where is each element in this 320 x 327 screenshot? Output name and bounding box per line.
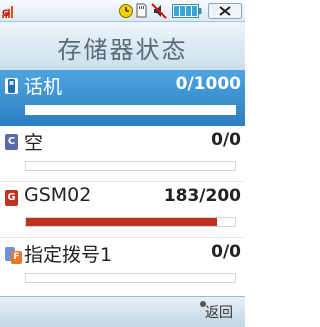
memory-row-fixed-dial[interactable]: F 指定拨号1 0/0 xyxy=(0,238,245,294)
memory-count: 0/0 xyxy=(211,130,241,150)
memory-count: 183/200 xyxy=(163,186,241,206)
back-button[interactable]: 返回 xyxy=(205,302,233,322)
memory-count: 0/1000 xyxy=(175,74,241,94)
memory-list: 话机 0/1000 C 空 0/0 G GSM02 183/200 F 指定拨号… xyxy=(0,70,245,296)
battery-icon xyxy=(172,4,202,18)
memory-name: 话机 xyxy=(24,76,63,98)
memory-card-icon xyxy=(136,3,147,18)
usage-bar xyxy=(25,105,236,115)
status-bar: G xyxy=(0,0,245,22)
usage-bar xyxy=(25,217,236,227)
network-letter: G xyxy=(2,9,10,19)
memory-row-phone[interactable]: 话机 0/1000 xyxy=(0,70,245,126)
sim-g-icon: G xyxy=(5,190,18,206)
phone-memory-icon xyxy=(5,78,18,94)
memory-name: 指定拨号1 xyxy=(24,244,113,266)
alarm-clock-icon xyxy=(119,4,133,18)
memory-count: 0/0 xyxy=(211,242,241,262)
memory-name: GSM02 xyxy=(24,184,92,206)
softkey-bar: 返回 xyxy=(0,296,245,327)
mute-icon xyxy=(151,3,167,19)
memory-row-empty[interactable]: C 空 0/0 xyxy=(0,126,245,182)
memory-row-gsm02[interactable]: G GSM02 183/200 xyxy=(0,182,245,238)
memory-name: 空 xyxy=(24,132,44,154)
usage-bar xyxy=(25,273,236,283)
usage-bar xyxy=(25,161,236,171)
card-c-icon: C xyxy=(5,134,18,150)
title-bar: 存储器状态 xyxy=(0,22,245,70)
fixed-dial-letter: F xyxy=(11,251,22,264)
close-icon[interactable] xyxy=(208,3,242,19)
page-title: 存储器状态 xyxy=(57,36,188,64)
usage-bar-fill xyxy=(26,218,218,226)
